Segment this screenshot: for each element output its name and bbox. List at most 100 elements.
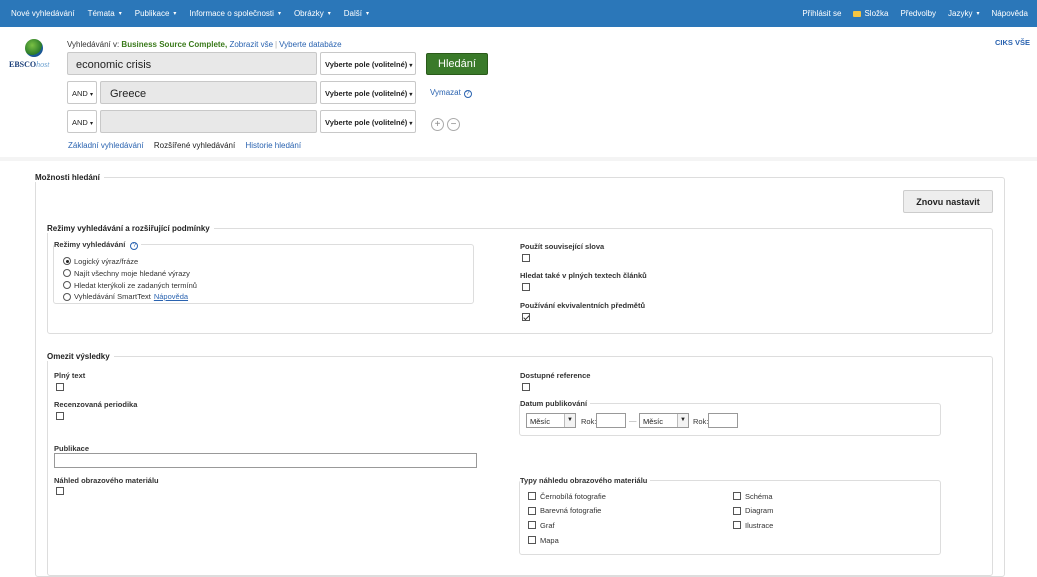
top-navigation-bar: Nové vyhledávání Témata ▾ Publikace ▾ Informa…: [0, 0, 1037, 27]
field-select-3[interactable]: Vyberte pole (volitelné) ▾: [320, 110, 416, 133]
nav-item-4[interactable]: Obrázky ▾: [294, 9, 331, 18]
nav-item-label: Témata: [87, 9, 115, 18]
search-history-link[interactable]: Historie hledání: [245, 141, 301, 150]
ebscohost-logo[interactable]: EBSCOhost: [9, 39, 59, 71]
image-type-checkbox-diagram[interactable]: [733, 507, 741, 515]
image-type-label: Schéma: [745, 492, 773, 501]
mode-radio-2[interactable]: [63, 269, 71, 277]
boolean-select-3[interactable]: AND ▾: [67, 110, 97, 133]
logo-text: EBSCOhost: [9, 60, 50, 69]
chevron-down-icon: ▾: [976, 11, 980, 17]
nav-item-label: Nové vyhledávání: [11, 9, 75, 18]
search-button[interactable]: Hledání: [426, 53, 488, 75]
start-month-select[interactable]: Měsíc ▼: [526, 413, 576, 428]
start-year-input[interactable]: [596, 413, 626, 428]
related-words-checkbox[interactable]: [522, 254, 530, 262]
peer-reviewed-checkbox[interactable]: [56, 412, 64, 420]
references-label: Dostupné reference: [520, 371, 591, 380]
searching-in-line: Vyhledávání v: Business Source Complete,…: [67, 40, 342, 49]
publication-input[interactable]: [54, 453, 477, 468]
nav-item-label: Obrázky: [293, 9, 324, 18]
folder-label: Složka: [864, 9, 889, 18]
nav-item-5[interactable]: Další ▾: [344, 9, 369, 18]
smarttext-help-link[interactable]: Nápověda: [154, 292, 188, 301]
nav-item-label: Další: [343, 9, 362, 18]
show-all-link[interactable]: Zobrazit vše: [229, 40, 273, 49]
chevron-down-icon: ▾: [366, 11, 370, 17]
search-options-title: Možnosti hledání: [35, 173, 104, 182]
searching-prefix: Vyhledávání v:: [67, 40, 120, 49]
peer-reviewed-label: Recenzovaná periodika: [54, 400, 138, 409]
mode-radio-3[interactable]: [63, 281, 71, 289]
related-words-label: Použít související slova: [520, 242, 605, 251]
equivalent-subjects-checkbox[interactable]: [522, 313, 530, 321]
chevron-down-icon: ▾: [118, 11, 122, 17]
chevron-down-icon: ▾: [327, 11, 331, 17]
reset-button[interactable]: Znovu nastavit: [903, 190, 993, 213]
end-year-input[interactable]: [708, 413, 738, 428]
nav-item-0[interactable]: Nové vyhledávání: [11, 9, 75, 18]
mode-label-2: Najít všechny moje hledané výrazy: [74, 269, 190, 278]
image-type-checkbox-map[interactable]: [528, 536, 536, 544]
help-icon[interactable]: ?: [130, 242, 139, 250]
image-type-checkbox-illustration[interactable]: [733, 521, 741, 529]
sign-in-link[interactable]: Přihlásit se: [802, 9, 841, 18]
nav-item-2[interactable]: Publikace ▾: [135, 9, 177, 18]
publication-label: Publikace: [54, 444, 90, 453]
search-modes-label: Režimy vyhledávání ?: [54, 240, 142, 250]
search-tabs: Základní vyhledávání Rozšířené vyhledává…: [68, 141, 309, 150]
ciks-all-link[interactable]: CIKS VŠE: [995, 38, 1030, 47]
remove-row-icon[interactable]: −: [447, 118, 460, 131]
fulltext-search-label: Hledat také v plných textech článků: [520, 271, 647, 280]
globe-icon: [25, 39, 43, 57]
preferences-link[interactable]: Předvolby: [900, 9, 936, 18]
image-type-checkbox-schema[interactable]: [733, 492, 741, 500]
image-type-checkbox-color-photo[interactable]: [528, 507, 536, 515]
mode-radio-4[interactable]: [63, 293, 71, 301]
advanced-search-link[interactable]: Rozšířené vyhledávání: [154, 141, 235, 150]
languages-label: Jazyky: [948, 9, 973, 18]
nav-item-3[interactable]: Informace o společnosti ▾: [189, 9, 281, 18]
image-type-checkbox-chart[interactable]: [528, 521, 536, 529]
references-checkbox[interactable]: [522, 383, 530, 391]
choose-databases-link[interactable]: Vyberte databáze: [279, 40, 341, 49]
database-name: Business Source Complete,: [121, 40, 228, 49]
chevron-down-icon: ▾: [173, 11, 177, 17]
image-type-label: Ilustrace: [745, 521, 774, 530]
date-range-dash: —: [629, 416, 637, 425]
basic-search-link[interactable]: Základní vyhledávání: [68, 141, 144, 150]
folder-link[interactable]: Složka: [853, 9, 888, 18]
languages-menu[interactable]: Jazyky ▾: [948, 9, 979, 18]
chevron-down-icon: ▼: [677, 414, 688, 427]
image-type-label: Diagram: [745, 506, 774, 515]
add-row-icon[interactable]: +: [431, 118, 444, 131]
field-select-1[interactable]: Vyberte pole (volitelné) ▾: [320, 52, 416, 75]
fulltext-checkbox[interactable]: [56, 383, 64, 391]
fulltext-label: Plný text: [54, 371, 86, 380]
search-term-input-2[interactable]: Greece: [100, 81, 317, 104]
fulltext-search-checkbox[interactable]: [522, 283, 530, 291]
search-term-input-1[interactable]: economic crisis: [67, 52, 317, 75]
mode-label-3: Hledat kterýkoli ze zadaných termínů: [74, 281, 197, 290]
image-type-label: Mapa: [540, 536, 559, 545]
image-type-checkbox-bw-photo[interactable]: [528, 492, 536, 500]
equivalent-subjects-label: Používání ekvivalentních předmětů: [520, 301, 646, 310]
nav-item-label: Informace o společnosti: [189, 9, 274, 18]
search-term-input-3[interactable]: [100, 110, 317, 133]
help-icon[interactable]: ?: [463, 90, 472, 98]
nav-item-1[interactable]: Témata ▾: [88, 9, 122, 18]
nav-item-label: Publikace: [134, 9, 170, 18]
mode-label-1: Logický výraz/fráze: [74, 257, 139, 266]
mode-label-4: Vyhledávání SmartText Nápověda: [74, 292, 189, 301]
clear-link[interactable]: Vymazat?: [430, 88, 472, 98]
image-quick-view-label: Náhled obrazového materiálu: [54, 476, 159, 485]
publication-date-label: Datum publikování: [520, 399, 591, 408]
image-quick-view-checkbox[interactable]: [56, 487, 64, 495]
end-month-select[interactable]: Měsíc ▼: [639, 413, 689, 428]
image-type-label: Barevná fotografie: [540, 506, 602, 515]
mode-radio-1[interactable]: [63, 257, 71, 265]
boolean-select-2[interactable]: AND ▾: [67, 81, 97, 104]
image-type-label: Černobílá fotografie: [540, 492, 606, 501]
help-link[interactable]: Nápověda: [992, 9, 1028, 18]
field-select-2[interactable]: Vyberte pole (volitelné) ▾: [320, 81, 416, 104]
